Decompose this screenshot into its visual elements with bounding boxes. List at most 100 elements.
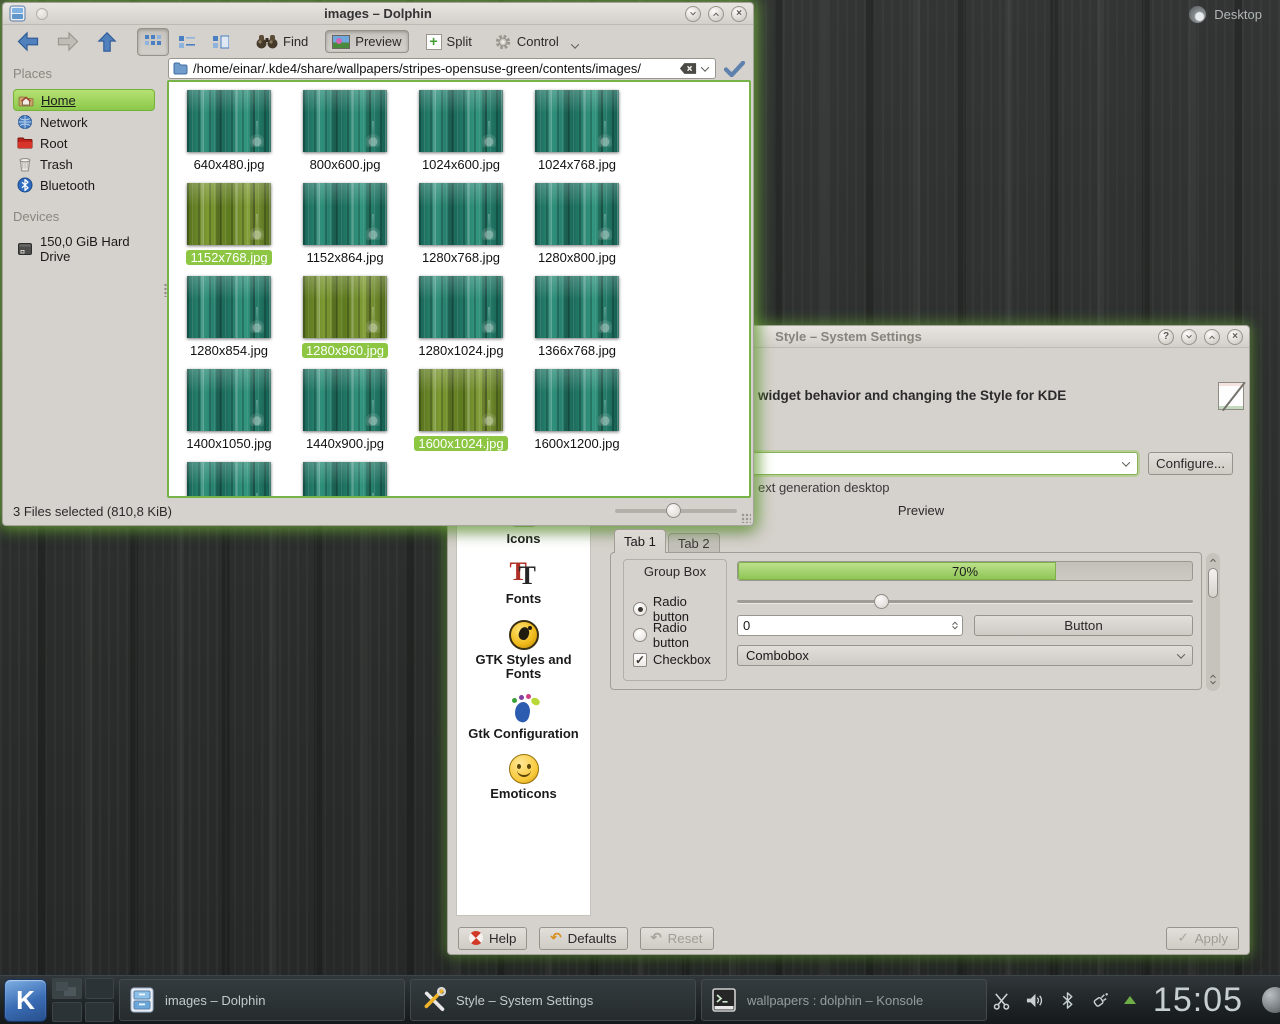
place-bluetooth[interactable]: Bluetooth bbox=[13, 175, 155, 195]
pager-desktop-1[interactable] bbox=[52, 978, 82, 999]
file-thumbnail[interactable] bbox=[187, 369, 271, 431]
file-item[interactable]: 1280x800.jpg bbox=[519, 183, 635, 276]
file-thumbnail[interactable] bbox=[535, 276, 619, 338]
panel-cashew-icon[interactable] bbox=[1262, 987, 1280, 1013]
reset-button[interactable]: ↶ Reset bbox=[640, 927, 714, 950]
file-item[interactable]: 640x480.jpg bbox=[171, 90, 287, 183]
file-thumbnail[interactable] bbox=[535, 369, 619, 431]
file-item[interactable]: 1400x1050.jpg bbox=[171, 369, 287, 462]
close-button[interactable]: × bbox=[1227, 329, 1243, 345]
preview-scrollbar[interactable] bbox=[1206, 553, 1220, 691]
folder-view[interactable]: 640x480.jpg800x600.jpg1024x600.jpg1024x7… bbox=[167, 80, 751, 498]
place-trash[interactable]: Trash bbox=[13, 154, 155, 174]
file-item[interactable]: 1680x1050.jpg bbox=[171, 462, 287, 498]
radio-icon[interactable] bbox=[633, 602, 647, 616]
file-thumbnail[interactable] bbox=[303, 90, 387, 152]
file-thumbnail[interactable] bbox=[419, 369, 503, 431]
control-button[interactable]: Control bbox=[487, 29, 566, 55]
apply-button[interactable]: ✓ Apply bbox=[1166, 927, 1239, 950]
clock[interactable]: 15:05 bbox=[1153, 981, 1243, 1020]
preview-combobox[interactable]: Combobox bbox=[737, 645, 1193, 666]
checkbox-icon[interactable]: ✓ bbox=[633, 653, 647, 667]
file-thumbnail[interactable] bbox=[303, 183, 387, 245]
file-thumbnail[interactable] bbox=[303, 462, 387, 498]
sidebar-item-fonts[interactable]: T T Fonts bbox=[464, 559, 584, 606]
klipper-scissors-icon[interactable] bbox=[992, 990, 1012, 1010]
file-item[interactable]: 1600x1024.jpg bbox=[403, 369, 519, 462]
kde-menu-button[interactable]: K bbox=[4, 979, 47, 1022]
file-thumbnail[interactable] bbox=[419, 276, 503, 338]
clear-location-icon[interactable] bbox=[679, 62, 697, 75]
forward-button[interactable] bbox=[49, 27, 87, 56]
pager-desktop-2[interactable] bbox=[85, 978, 115, 999]
accept-location-icon[interactable] bbox=[724, 61, 745, 77]
task-system-settings[interactable]: Style – System Settings bbox=[410, 979, 696, 1021]
file-thumbnail[interactable] bbox=[187, 90, 271, 152]
radio-button-2[interactable]: Radio button bbox=[633, 620, 726, 650]
pager-desktop-3[interactable] bbox=[52, 1002, 82, 1023]
task-konsole[interactable]: wallpapers : dolphin – Konsole bbox=[701, 979, 987, 1021]
maximize-button[interactable] bbox=[708, 6, 724, 22]
sidebar-item-emoticons[interactable]: Emoticons bbox=[464, 754, 584, 801]
preview-spinbox[interactable]: 0 bbox=[737, 615, 963, 636]
scrollbar-thumb[interactable] bbox=[1208, 568, 1218, 598]
tab-1[interactable]: Tab 1 bbox=[614, 529, 666, 553]
file-item[interactable]: 1024x600.jpg bbox=[403, 90, 519, 183]
file-thumbnail[interactable] bbox=[187, 276, 271, 338]
place-root[interactable]: Root bbox=[13, 133, 155, 153]
toolbar-overflow-chevron-icon[interactable] bbox=[571, 40, 579, 48]
file-item[interactable]: 1280x768.jpg bbox=[403, 183, 519, 276]
dolphin-titlebar[interactable]: images – Dolphin × bbox=[3, 3, 753, 25]
file-item[interactable]: 800x600.jpg bbox=[287, 90, 403, 183]
details-view-button[interactable] bbox=[171, 28, 203, 56]
place-home[interactable]: Home bbox=[13, 89, 155, 111]
file-thumbnail[interactable] bbox=[535, 90, 619, 152]
maximize-button[interactable] bbox=[1204, 329, 1220, 345]
file-item[interactable]: 1280x854.jpg bbox=[171, 276, 287, 369]
location-bar[interactable]: /home/einar/.kde4/share/wallpapers/strip… bbox=[168, 58, 716, 79]
checkbox-row[interactable]: ✓ Checkbox bbox=[633, 652, 711, 667]
split-button[interactable]: + Split bbox=[419, 30, 479, 54]
help-button[interactable]: Help bbox=[458, 927, 527, 950]
file-item[interactable]: 1024x768.jpg bbox=[519, 90, 635, 183]
place-network[interactable]: Network bbox=[13, 112, 155, 132]
sidebar-item-gtk-styles[interactable]: GTK Styles and Fonts bbox=[464, 620, 584, 682]
spinbox-arrows[interactable] bbox=[953, 621, 957, 630]
file-item[interactable]: 1152x864.jpg bbox=[287, 183, 403, 276]
file-thumbnail[interactable] bbox=[419, 90, 503, 152]
device-notifier-icon[interactable] bbox=[1091, 990, 1111, 1010]
file-item[interactable]: 1280x1024.jpg bbox=[403, 276, 519, 369]
bluetooth-tray-icon[interactable] bbox=[1058, 990, 1078, 1010]
slider-knob[interactable] bbox=[874, 594, 889, 609]
desktop-pager[interactable] bbox=[52, 978, 114, 1022]
icons-view-button[interactable] bbox=[137, 28, 169, 56]
tray-expand-arrow-icon[interactable] bbox=[1124, 996, 1136, 1004]
file-item[interactable]: 1152x768.jpg bbox=[171, 183, 287, 276]
resize-grip[interactable] bbox=[741, 513, 751, 523]
file-thumbnail[interactable] bbox=[535, 183, 619, 245]
plasma-cashew-icon[interactable] bbox=[1189, 6, 1206, 23]
zoom-slider[interactable] bbox=[615, 509, 737, 513]
preview-slider[interactable] bbox=[737, 594, 1193, 609]
desktop-toolbox[interactable]: Desktop bbox=[1189, 6, 1262, 23]
zoom-slider-knob[interactable] bbox=[666, 503, 681, 518]
file-item[interactable]: 1440x900.jpg bbox=[287, 369, 403, 462]
volume-icon[interactable] bbox=[1025, 990, 1045, 1010]
sidebar-item-gtk-config[interactable]: Gtk Configuration bbox=[464, 694, 584, 741]
minimize-button[interactable] bbox=[1181, 329, 1197, 345]
file-item[interactable]: 1366x768.jpg bbox=[519, 276, 635, 369]
location-dropdown-icon[interactable] bbox=[701, 63, 709, 71]
file-thumbnail[interactable] bbox=[419, 183, 503, 245]
file-item[interactable]: 1600x1200.jpg bbox=[519, 369, 635, 462]
pager-desktop-4[interactable] bbox=[85, 1002, 115, 1023]
up-button[interactable] bbox=[89, 27, 125, 57]
file-item[interactable]: 1280x960.jpg bbox=[287, 276, 403, 369]
tab-2[interactable]: Tab 2 bbox=[668, 533, 720, 553]
find-button[interactable]: Find bbox=[249, 30, 315, 53]
preview-toggle-button[interactable]: Preview bbox=[325, 30, 408, 53]
close-button[interactable]: × bbox=[731, 6, 747, 22]
file-thumbnail[interactable] bbox=[303, 369, 387, 431]
file-thumbnail[interactable] bbox=[303, 276, 387, 338]
radio-icon[interactable] bbox=[633, 628, 647, 642]
configure-button[interactable]: Configure... bbox=[1148, 452, 1233, 475]
